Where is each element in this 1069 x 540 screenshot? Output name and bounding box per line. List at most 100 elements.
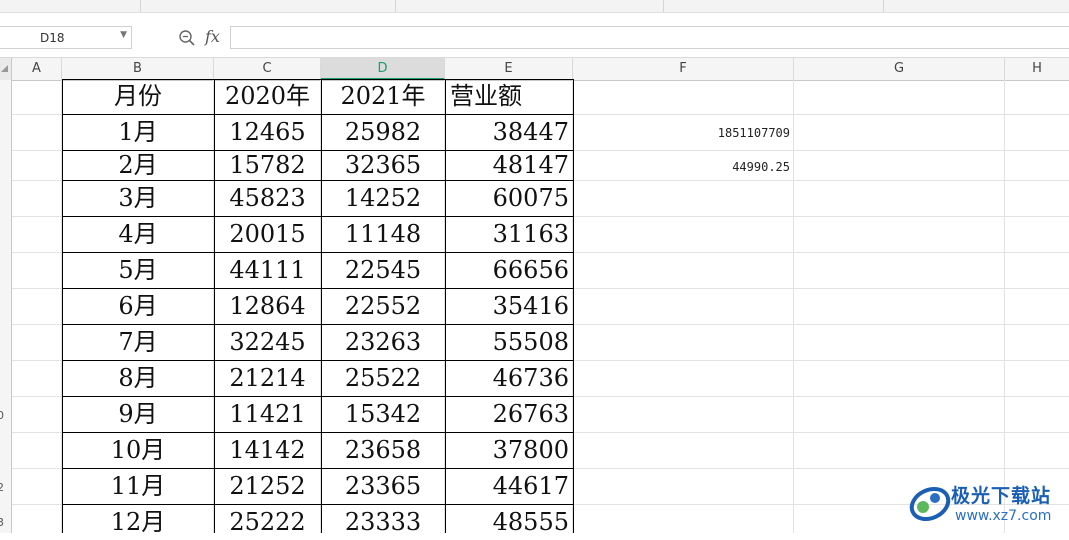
table-cell[interactable]: 20015 xyxy=(214,216,321,252)
table-cell[interactable]: 11421 xyxy=(214,396,321,432)
table-header-cell[interactable]: 月份 xyxy=(62,79,214,114)
table-cell[interactable]: 32365 xyxy=(321,150,445,180)
table-header-cell[interactable]: 营业额 xyxy=(445,79,573,114)
table-cell[interactable]: 38447 xyxy=(445,114,573,150)
table-cell[interactable]: 45823 xyxy=(214,180,321,216)
table-cell[interactable]: 15782 xyxy=(214,150,321,180)
table-border xyxy=(62,324,574,325)
table-cell[interactable]: 12月 xyxy=(62,504,214,540)
table-cell[interactable]: 12864 xyxy=(214,288,321,324)
formula-input[interactable] xyxy=(230,26,1069,49)
row-header[interactable]: 3 xyxy=(0,516,9,529)
table-border xyxy=(445,79,446,533)
table-border xyxy=(62,288,574,289)
table-cell[interactable]: 2月 xyxy=(62,150,214,180)
table-cell[interactable]: 37800 xyxy=(445,432,573,468)
table-cell[interactable]: 6月 xyxy=(62,288,214,324)
zoom-icon[interactable] xyxy=(178,29,196,47)
column-header-g[interactable]: G xyxy=(794,58,1005,80)
table-cell[interactable]: 23333 xyxy=(321,504,445,540)
table-cell[interactable]: 5月 xyxy=(62,252,214,288)
fx-icon[interactable]: fx xyxy=(205,27,220,46)
toolbar-group xyxy=(663,0,884,12)
table-cell[interactable]: 4月 xyxy=(62,216,214,252)
table-cell[interactable]: 31163 xyxy=(445,216,573,252)
table-border xyxy=(62,79,574,80)
table-cell[interactable]: 1月 xyxy=(62,114,214,150)
table-cell[interactable]: 26763 xyxy=(445,396,573,432)
table-cell[interactable]: 35416 xyxy=(445,288,573,324)
table-cell[interactable]: 48147 xyxy=(445,150,573,180)
table-cell[interactable]: 9月 xyxy=(62,396,214,432)
column-header-f[interactable]: F xyxy=(573,58,794,80)
table-cell[interactable]: 21214 xyxy=(214,360,321,396)
toolbar-strip xyxy=(0,0,1069,13)
table-cell[interactable]: 32245 xyxy=(214,324,321,360)
table-border xyxy=(62,180,574,181)
cell-f4[interactable]: 44990.25 xyxy=(600,160,790,174)
table-border xyxy=(62,252,574,253)
table-header-cell[interactable]: 2021年 xyxy=(321,79,445,114)
name-box[interactable]: D18 ▼ xyxy=(0,26,132,49)
row-header-bar: 0 2 3 xyxy=(0,80,12,533)
table-cell[interactable]: 44617 xyxy=(445,468,573,504)
table-cell[interactable]: 14252 xyxy=(321,180,445,216)
column-header-c[interactable]: C xyxy=(214,58,321,80)
cell-f3[interactable]: 1851107709 xyxy=(600,126,790,140)
table-cell[interactable]: 44111 xyxy=(214,252,321,288)
column-header-b[interactable]: B xyxy=(62,58,214,80)
table-border xyxy=(214,79,215,533)
table-border xyxy=(62,79,63,533)
table-cell[interactable]: 22552 xyxy=(321,288,445,324)
table-cell[interactable]: 7月 xyxy=(62,324,214,360)
table-border xyxy=(321,79,322,533)
watermark-title: 极光下载站 xyxy=(951,485,1052,507)
table-border xyxy=(62,468,574,469)
select-all-corner[interactable] xyxy=(0,58,12,80)
table-border xyxy=(62,216,574,217)
table-border xyxy=(62,114,574,115)
table-cell[interactable]: 25222 xyxy=(214,504,321,540)
table-border xyxy=(62,432,574,433)
table-cell[interactable]: 25982 xyxy=(321,114,445,150)
column-header-d[interactable]: D xyxy=(321,58,445,80)
table-cell[interactable]: 66656 xyxy=(445,252,573,288)
table-cell[interactable]: 25522 xyxy=(321,360,445,396)
cell-reference: D18 xyxy=(40,31,65,45)
table-cell[interactable]: 8月 xyxy=(62,360,214,396)
table-cell[interactable]: 3月 xyxy=(62,180,214,216)
toolbar-group xyxy=(140,0,396,12)
table-cell[interactable]: 55508 xyxy=(445,324,573,360)
table-cell[interactable]: 12465 xyxy=(214,114,321,150)
table-border xyxy=(573,79,574,533)
column-header-h[interactable]: H xyxy=(1005,58,1069,80)
table-cell[interactable]: 23658 xyxy=(321,432,445,468)
table-cell[interactable]: 10月 xyxy=(62,432,214,468)
column-header-a[interactable]: A xyxy=(12,58,62,80)
table-cell[interactable]: 15342 xyxy=(321,396,445,432)
table-border xyxy=(62,504,574,505)
table-cell[interactable]: 23365 xyxy=(321,468,445,504)
table-border xyxy=(62,150,574,151)
column-header-e[interactable]: E xyxy=(445,58,573,80)
table-cell[interactable]: 11月 xyxy=(62,468,214,504)
table-cell[interactable]: 11148 xyxy=(321,216,445,252)
table-cell[interactable]: 23263 xyxy=(321,324,445,360)
row-header[interactable]: 0 xyxy=(0,409,9,422)
formula-bar: D18 ▼ fx xyxy=(0,23,1069,53)
chevron-down-icon[interactable]: ▼ xyxy=(120,30,127,40)
table-header-cell[interactable]: 2020年 xyxy=(214,79,321,114)
table-cell[interactable]: 21252 xyxy=(214,468,321,504)
toolbar-group xyxy=(395,0,664,12)
column-header-bar: A B C D E F G H xyxy=(0,57,1069,81)
logo-icon xyxy=(909,486,951,522)
table-cell[interactable]: 14142 xyxy=(214,432,321,468)
row-header[interactable]: 2 xyxy=(0,481,9,494)
table-cell[interactable]: 46736 xyxy=(445,360,573,396)
toolbar-group xyxy=(0,0,141,12)
table-cell[interactable]: 60075 xyxy=(445,180,573,216)
select-all-icon xyxy=(1,65,8,72)
table-cell[interactable]: 22545 xyxy=(321,252,445,288)
table-cell[interactable]: 48555 xyxy=(445,504,573,540)
watermark: 极光下载站 www.xz7.com xyxy=(905,478,1065,530)
